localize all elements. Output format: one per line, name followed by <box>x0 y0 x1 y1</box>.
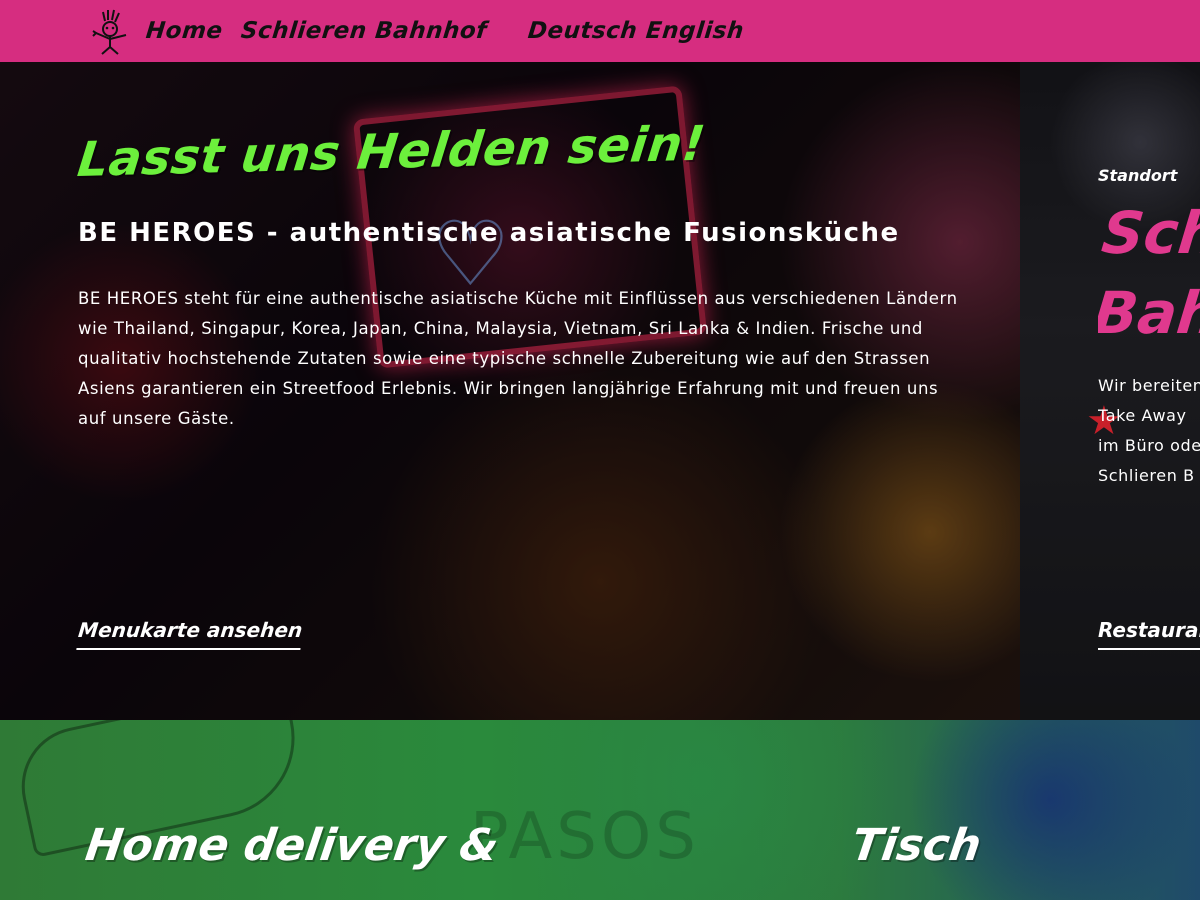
standort-text-line2: Take Away <box>1098 406 1187 425</box>
restaurant-link[interactable]: Restaurant <box>1098 618 1200 650</box>
standort-text-line1: Wir bereiten <box>1098 376 1200 395</box>
nav-location-link[interactable]: Schlieren Bahnhof <box>239 18 487 44</box>
hero-description: BE HEROES steht für eine authentische as… <box>78 289 958 428</box>
standort-title-line2: Bahnhof <box>1098 279 1200 347</box>
hero-section: ♡ ★ Lasst uns Helden sein! BE HEROES - a… <box>0 62 1200 720</box>
home-delivery-heading: Home delivery & <box>82 820 502 871</box>
standort-description: Wir bereiten Take Away im Büro oder Schl… <box>1098 371 1200 491</box>
background-sign-text: PASOS <box>470 800 700 874</box>
delivery-section: PASOS Home delivery & Tisch <box>0 720 1200 900</box>
standort-panel: Standort Schlieren Bahnhof Wir bereiten … <box>1098 166 1200 491</box>
nav-home-link[interactable]: Home <box>145 18 224 44</box>
top-navbar: Home Schlieren Bahnhof Deutsch English <box>0 0 1200 62</box>
hero-mascot-logo-icon[interactable] <box>84 7 136 55</box>
standort-text-line3: im Büro oder <box>1098 436 1200 455</box>
standort-text-line4: Schlieren B <box>1098 466 1195 485</box>
tisch-heading: Tisch <box>848 820 985 871</box>
hero-subtitle: BE HEROES - authentische asiatische Fusi… <box>78 218 900 248</box>
standort-title-line1: Schlieren <box>1098 199 1200 267</box>
standort-title: Schlieren Bahnhof <box>1098 193 1200 353</box>
hero-content: Lasst uns Helden sein! BE HEROES - authe… <box>75 116 958 434</box>
menu-card-link[interactable]: Menukarte ansehen <box>76 618 304 650</box>
nav-lang-deutsch[interactable]: Deutsch <box>527 18 639 44</box>
standort-label: Standort <box>1098 166 1178 185</box>
nav-lang-english[interactable]: English <box>644 18 745 44</box>
